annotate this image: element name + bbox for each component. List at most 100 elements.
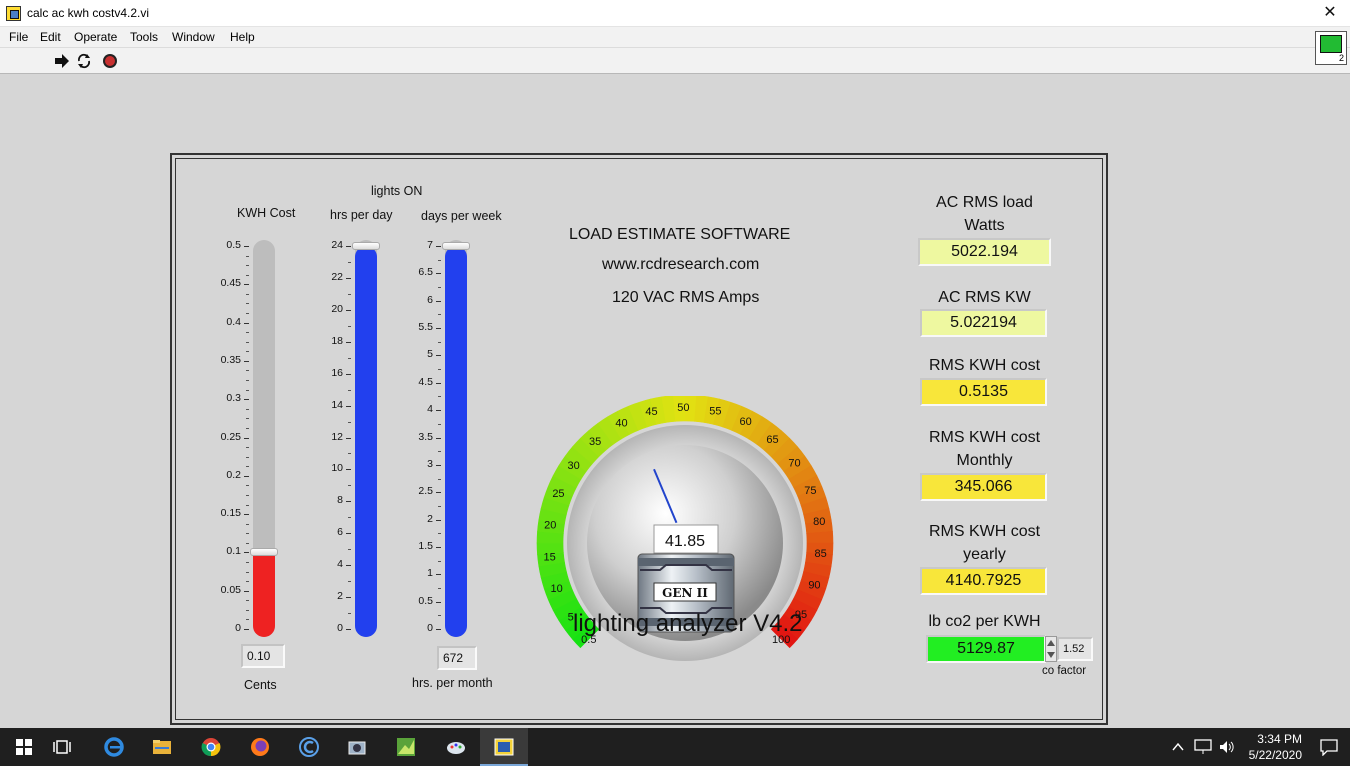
scale-minor-tick bbox=[438, 396, 441, 398]
clock-time[interactable]: 3:34 PM bbox=[1257, 732, 1302, 746]
co-factor-input[interactable]: 1.52 bbox=[1057, 637, 1093, 661]
edge-button[interactable] bbox=[90, 728, 138, 766]
run-arrow-icon[interactable] bbox=[54, 53, 70, 69]
scale-tick-label: 0.25 bbox=[220, 430, 241, 443]
load-estimate-title: LOAD ESTIMATE SOFTWARE bbox=[569, 226, 791, 243]
kwh-cost-thumb[interactable] bbox=[250, 548, 278, 557]
file-explorer-button[interactable] bbox=[138, 728, 186, 766]
gauge-title: 120 VAC RMS Amps bbox=[612, 289, 760, 306]
vi-connector-icon[interactable]: 2 bbox=[1315, 31, 1347, 65]
menu-operate[interactable]: Operate bbox=[74, 30, 117, 44]
abort-stop-icon[interactable] bbox=[102, 53, 118, 69]
scale-tick bbox=[244, 322, 249, 324]
kwh-cost-display[interactable]: 0.10 bbox=[241, 644, 285, 668]
menu-window[interactable]: Window bbox=[172, 30, 215, 44]
scale-minor-tick bbox=[246, 600, 249, 602]
menu-bar: File Edit Operate Tools Window Help bbox=[0, 27, 1350, 48]
gauge-tick-label: 80 bbox=[813, 516, 825, 528]
scale-tick bbox=[346, 277, 351, 279]
volume-icon[interactable] bbox=[1218, 739, 1236, 755]
gauge-tick-label: 90 bbox=[808, 580, 820, 592]
scale-tick bbox=[436, 546, 441, 548]
paint-app-button[interactable] bbox=[432, 728, 480, 766]
scale-tick bbox=[244, 514, 249, 516]
scale-tick-label: 1 bbox=[427, 567, 433, 580]
firefox-button[interactable] bbox=[236, 728, 284, 766]
scale-tick bbox=[244, 399, 249, 401]
task-view-button[interactable] bbox=[38, 728, 86, 766]
gauge-tick-label: 85 bbox=[814, 548, 826, 560]
scale-tick-label: 4 bbox=[427, 403, 433, 416]
gauge-tick-label: 50 bbox=[677, 402, 689, 414]
clock-date[interactable]: 5/22/2020 bbox=[1249, 748, 1302, 762]
scale-minor-tick bbox=[348, 613, 351, 615]
scale-minor-tick bbox=[246, 293, 249, 295]
kwh-cost-slider[interactable] bbox=[250, 240, 278, 637]
menu-help[interactable]: Help bbox=[230, 30, 255, 44]
scale-tick bbox=[244, 475, 249, 477]
scale-tick bbox=[436, 273, 441, 275]
scale-minor-tick bbox=[246, 542, 249, 544]
scale-tick bbox=[244, 284, 249, 286]
scale-tick bbox=[436, 464, 441, 466]
scale-minor-tick bbox=[348, 453, 351, 455]
hrs-per-day-thumb[interactable] bbox=[352, 242, 380, 250]
scale-tick bbox=[346, 437, 351, 439]
run-continuously-icon[interactable] bbox=[76, 53, 92, 69]
scale-minor-tick bbox=[246, 265, 249, 267]
gauge-tick-label: 35 bbox=[589, 436, 601, 448]
scale-tick-label: 2 bbox=[337, 590, 343, 603]
scale-tick-label: 5 bbox=[427, 348, 433, 361]
website-label: www.rcdresearch.com bbox=[602, 256, 760, 273]
scale-tick-label: 3.5 bbox=[418, 430, 433, 443]
gauge-tick-label: 75 bbox=[804, 485, 816, 497]
chevron-up-icon[interactable] bbox=[1172, 741, 1184, 753]
gauge-tick-label: 45 bbox=[645, 406, 657, 418]
scale-tick bbox=[244, 437, 249, 439]
scale-tick bbox=[244, 629, 249, 630]
chrome-icon bbox=[201, 738, 221, 757]
hrs-per-day-slider[interactable] bbox=[352, 240, 380, 637]
scale-tick-label: 2 bbox=[427, 512, 433, 525]
system-tray: 3:34 PM 5/22/2020 bbox=[1150, 728, 1350, 766]
days-per-week-label: days per week bbox=[421, 209, 502, 223]
toolbar bbox=[0, 48, 1350, 74]
windows-start-icon bbox=[16, 739, 32, 755]
kwh-cost-output-label: RMS KWH cost bbox=[928, 357, 1041, 374]
scale-tick bbox=[346, 597, 351, 599]
ccleaner-button[interactable] bbox=[285, 728, 333, 766]
scale-tick bbox=[244, 360, 249, 362]
watts-label: AC RMS load Watts bbox=[936, 194, 1033, 234]
camera-app-button[interactable] bbox=[333, 728, 381, 766]
scale-tick bbox=[346, 469, 351, 471]
chart-app-button[interactable] bbox=[382, 728, 430, 766]
days-per-week-slider[interactable] bbox=[442, 240, 470, 637]
scale-tick-label: 0.2 bbox=[226, 468, 241, 481]
menu-tools[interactable]: Tools bbox=[130, 30, 158, 44]
co-factor-stepper[interactable] bbox=[1045, 636, 1057, 662]
menu-edit[interactable]: Edit bbox=[40, 30, 61, 44]
menu-file[interactable]: File bbox=[9, 30, 28, 44]
scale-minor-tick bbox=[438, 505, 441, 507]
scale-tick-label: 14 bbox=[331, 398, 343, 411]
notification-icon[interactable] bbox=[1320, 739, 1338, 756]
scale-minor-tick bbox=[246, 418, 249, 420]
gauge-tick-label: 20 bbox=[544, 519, 556, 531]
scale-tick bbox=[346, 246, 351, 247]
scale-minor-tick bbox=[246, 303, 249, 305]
scale-tick-label: 22 bbox=[331, 270, 343, 283]
co2-indicator: 5129.87 bbox=[926, 635, 1046, 663]
scale-tick bbox=[436, 492, 441, 494]
chrome-button[interactable] bbox=[187, 728, 235, 766]
network-icon[interactable] bbox=[1194, 739, 1212, 755]
scale-tick bbox=[244, 552, 249, 554]
close-button[interactable]: ✕ bbox=[1318, 3, 1342, 23]
hrs-per-month-display: 672 bbox=[437, 646, 477, 670]
scale-minor-tick bbox=[438, 341, 441, 343]
labview-vi-icon bbox=[6, 6, 21, 21]
days-per-week-thumb[interactable] bbox=[442, 242, 470, 250]
scale-tick-label: 2.5 bbox=[418, 485, 433, 498]
labview-app-button[interactable] bbox=[480, 728, 528, 766]
scale-tick bbox=[346, 373, 351, 375]
scale-tick-label: 0 bbox=[427, 622, 433, 634]
